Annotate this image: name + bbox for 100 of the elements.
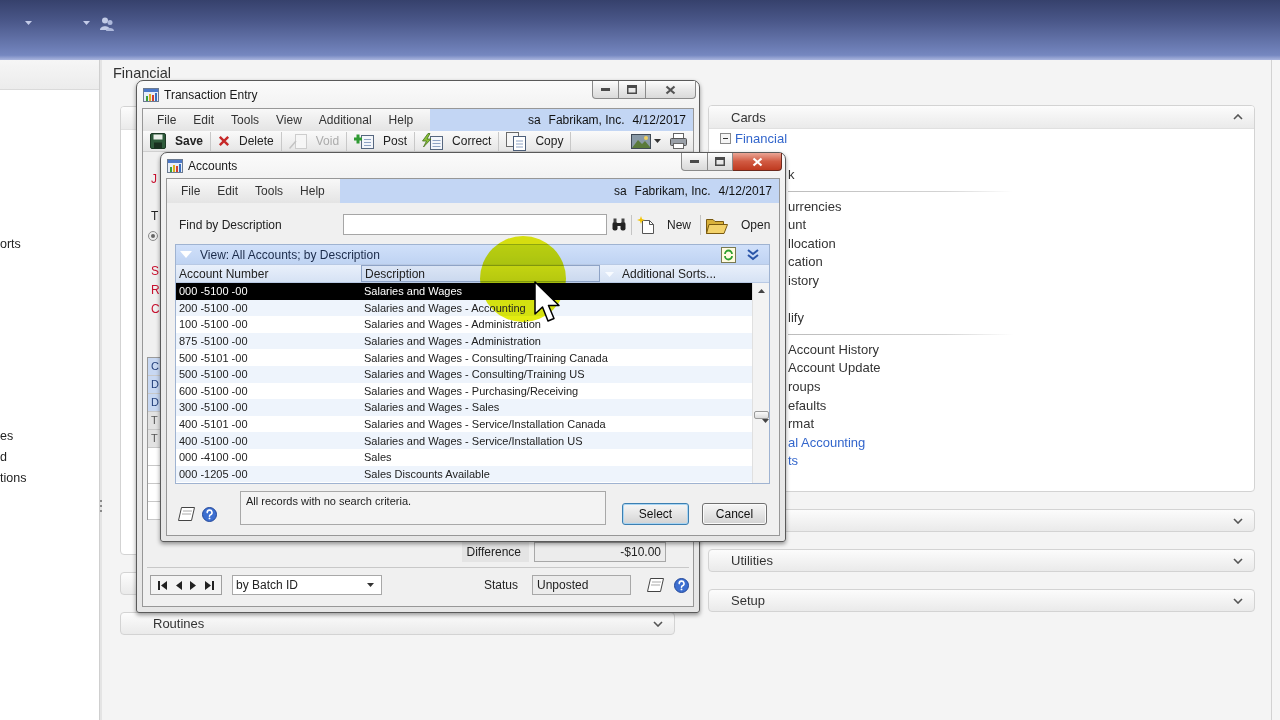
section-title: Utilities xyxy=(731,553,773,568)
first-record-icon[interactable] xyxy=(158,580,168,590)
menu-item[interactable]: Tools xyxy=(231,113,260,127)
navigation-item[interactable]: tions xyxy=(0,468,27,489)
next-record-icon[interactable] xyxy=(190,580,197,590)
card-item[interactable]: cation xyxy=(788,253,823,272)
binoculars-icon[interactable] xyxy=(612,218,626,231)
menu-item[interactable]: File xyxy=(157,113,177,127)
note-icon[interactable] xyxy=(178,507,195,521)
menu-item[interactable]: Tools xyxy=(255,184,284,198)
note-icon[interactable] xyxy=(647,578,664,592)
account-number: 500 -5100 -00 xyxy=(179,368,248,381)
grid-cell: T xyxy=(148,430,160,448)
field-label: T xyxy=(151,208,159,225)
difference-field: -$10.00 xyxy=(534,541,666,562)
find-field[interactable] xyxy=(343,214,607,235)
list-row[interactable]: 400 -5100 -00 Salaries and Wages - Service/Installation US xyxy=(176,432,752,449)
section-header[interactable]: Utilities xyxy=(708,549,1255,572)
category-link[interactable]: ts xyxy=(788,452,799,471)
additional-sorts[interactable]: Additional Sorts... xyxy=(622,266,717,281)
close-icon xyxy=(751,156,763,167)
navigation-item[interactable]: orts xyxy=(0,234,21,255)
company-name: Fabrikam, Inc. xyxy=(634,184,711,198)
card-item[interactable]: unt xyxy=(788,216,807,235)
list-row[interactable]: 300 -5100 -00 Salaries and Wages - Sales xyxy=(176,399,752,416)
window-title: Transaction Entry xyxy=(164,87,258,102)
printer-icon[interactable] xyxy=(670,133,687,149)
account-number: 000 -5100 -00 xyxy=(179,285,248,298)
company-name: Fabrikam, Inc. xyxy=(548,113,625,127)
account-description: Sales Discounts Available xyxy=(364,467,490,480)
maximize-button[interactable] xyxy=(619,81,646,99)
help-icon[interactable] xyxy=(202,507,217,522)
browse-by-dropdown[interactable]: by Batch ID xyxy=(232,575,382,595)
column-header[interactable]: Account Number xyxy=(176,265,361,282)
minimize-button[interactable] xyxy=(681,153,708,171)
card-item[interactable]: lify xyxy=(788,309,804,328)
toolbar-button[interactable]: Post xyxy=(352,131,416,151)
card-item[interactable]: Account Update xyxy=(788,359,881,378)
field-label: Status xyxy=(483,578,518,592)
grid-header-cell: C xyxy=(148,358,160,376)
account-description: Sales xyxy=(364,451,392,464)
picture-icon[interactable] xyxy=(631,133,651,149)
menu-item[interactable]: Additional xyxy=(318,113,372,127)
card-item[interactable]: istory xyxy=(788,271,820,291)
toolbar-button[interactable]: Save xyxy=(148,131,212,151)
navigation-item[interactable]: es xyxy=(0,426,14,447)
menu-item[interactable]: Help xyxy=(388,113,414,127)
view-selector[interactable]: View: All Accounts; by Description xyxy=(200,247,380,262)
radio-button-icon[interactable] xyxy=(148,231,158,241)
action-button[interactable]: New xyxy=(637,215,695,234)
menu-item[interactable]: View xyxy=(276,113,302,127)
help-icon[interactable] xyxy=(674,577,689,593)
toolbar-button[interactable]: Delete xyxy=(216,131,282,151)
account-description: Salaries and Wages - Service/Installation Canada xyxy=(364,418,606,431)
section-header[interactable]: Routines xyxy=(120,612,675,635)
account-number: 400 -5101 -00 xyxy=(179,418,248,431)
card-item[interactable]: llocation xyxy=(788,234,836,254)
scroll-up-icon[interactable] xyxy=(757,289,765,293)
toolbar-button[interactable]: Correct xyxy=(420,131,500,151)
card-item[interactable]: roups xyxy=(788,377,821,397)
document-plus-icon xyxy=(354,133,375,149)
field-label: Difference xyxy=(461,541,529,562)
card-item[interactable]: urrencies xyxy=(788,197,842,217)
close-button[interactable] xyxy=(646,81,696,99)
dialog-button[interactable]: Select xyxy=(622,503,689,525)
users-icon[interactable] xyxy=(100,17,114,31)
menu-item[interactable]: Help xyxy=(300,184,325,198)
card-item[interactable]: Account History xyxy=(788,340,880,360)
account-description: Salaries and Wages - Sales xyxy=(364,401,500,414)
double-chevron-down-icon[interactable] xyxy=(746,248,760,261)
menu-item[interactable]: Edit xyxy=(217,184,239,198)
card-item[interactable]: efaults xyxy=(788,396,827,416)
previous-record-icon[interactable] xyxy=(175,580,182,590)
scroll-thumb[interactable] xyxy=(753,411,769,419)
field-label: C xyxy=(151,301,160,318)
chevron-down-icon xyxy=(1233,597,1243,604)
grid-header-cell: D xyxy=(148,376,160,394)
refresh-icon[interactable] xyxy=(721,246,736,263)
chevron-down-icon xyxy=(653,620,663,627)
workspace-title: Financial xyxy=(113,64,172,81)
section-header[interactable]: Setup xyxy=(708,589,1255,612)
dialog-button[interactable]: Cancel xyxy=(702,503,767,525)
last-record-icon[interactable] xyxy=(204,580,214,590)
card-item[interactable]: k xyxy=(788,166,795,185)
menu-item[interactable]: Edit xyxy=(193,113,215,127)
account-description: Salaries and Wages - Purchasing/Receiving xyxy=(364,384,579,397)
minimize-button[interactable] xyxy=(592,81,619,99)
card-item[interactable]: rmat xyxy=(788,415,814,434)
section-header[interactable]: Cards xyxy=(709,106,1254,129)
toolbar-button[interactable]: Copy xyxy=(504,131,572,151)
category-link[interactable]: al Accounting xyxy=(788,433,866,453)
close-button[interactable] xyxy=(733,153,782,171)
user-name: sa xyxy=(613,184,627,198)
account-description: Salaries and Wages - Consulting/Training US xyxy=(364,368,585,381)
navigation-item[interactable]: d xyxy=(0,447,7,468)
category-link[interactable]: Financial xyxy=(735,131,788,146)
menu-item[interactable]: File xyxy=(181,184,201,198)
action-button[interactable]: Open xyxy=(706,215,775,234)
collapse-box-icon[interactable] xyxy=(720,133,731,144)
maximize-button[interactable] xyxy=(708,153,733,171)
